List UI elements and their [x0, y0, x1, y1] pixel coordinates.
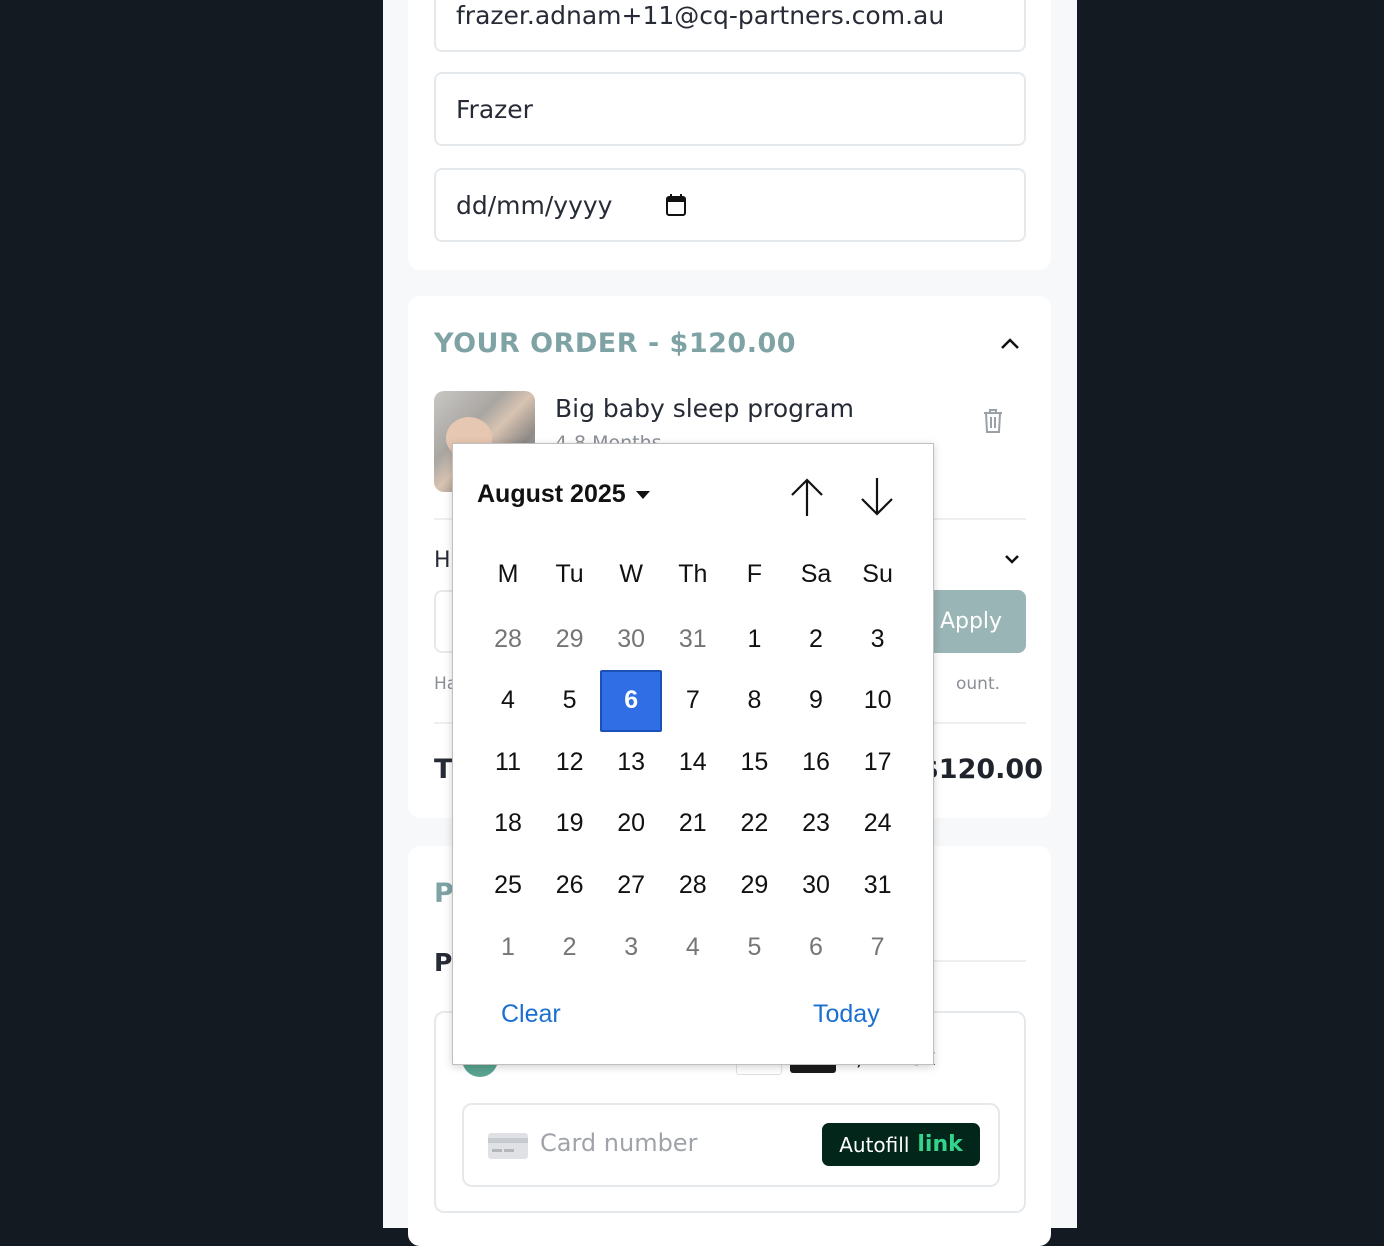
clear-button[interactable]: Clear	[501, 1000, 561, 1029]
day-cell[interactable]: 20	[600, 793, 662, 855]
day-cell[interactable]: 5	[723, 916, 785, 978]
day-cell[interactable]: 8	[723, 670, 785, 732]
month-year-selector[interactable]: August 2025	[477, 480, 650, 509]
day-cell[interactable]: 12	[539, 731, 601, 793]
day-cell[interactable]: 3	[600, 916, 662, 978]
dob-placeholder: dd/mm/yyyy	[456, 190, 613, 220]
card-number-placeholder: Card number	[540, 1129, 698, 1157]
today-button[interactable]: Today	[813, 1000, 880, 1029]
chevron-up-icon[interactable]	[1000, 336, 1020, 350]
weekday-header: W	[619, 560, 643, 588]
product-name: Big baby sleep program	[555, 394, 854, 423]
link-logo: link	[917, 1132, 963, 1157]
coupon-toggle-label[interactable]: H	[434, 548, 451, 573]
email-field[interactable]: frazer.adnam+11@cq-partners.com.au	[434, 0, 1026, 52]
day-cell[interactable]: 29	[723, 854, 785, 916]
day-cell[interactable]: 2	[785, 608, 847, 670]
day-cell[interactable]: 22	[723, 793, 785, 855]
first-name-value: Frazer	[456, 94, 533, 124]
day-cell[interactable]: 9	[785, 670, 847, 732]
autofill-label: Autofill	[839, 1132, 910, 1157]
day-cell[interactable]: 26	[539, 854, 601, 916]
day-cell[interactable]: 19	[539, 793, 601, 855]
day-cell[interactable]: 4	[662, 916, 724, 978]
order-title: YOUR ORDER - $120.00	[434, 328, 797, 359]
email-value: frazer.adnam+11@cq-partners.com.au	[456, 1, 945, 30]
day-cell[interactable]: 29	[539, 608, 601, 670]
day-cell[interactable]: 16	[785, 731, 847, 793]
dob-field[interactable]: dd/mm/yyyy	[434, 168, 1026, 242]
day-cell[interactable]: 7	[847, 916, 909, 978]
day-cell[interactable]: 25	[477, 854, 539, 916]
day-cell[interactable]: 15	[723, 731, 785, 793]
day-cell[interactable]: 11	[477, 731, 539, 793]
day-cell[interactable]: 24	[847, 793, 909, 855]
autofill-link-button[interactable]: Autofill link	[822, 1123, 980, 1166]
card-number-input[interactable]: Card number Autofill link	[462, 1103, 1000, 1187]
day-cell[interactable]: 3	[847, 608, 909, 670]
day-cell[interactable]: 31	[847, 854, 909, 916]
day-cell[interactable]: 1	[723, 608, 785, 670]
month-year-label: August 2025	[477, 480, 626, 508]
day-cell[interactable]: 7	[662, 670, 724, 732]
day-cell[interactable]: 31	[662, 608, 724, 670]
caret-down-icon	[635, 490, 650, 499]
weekday-header: Th	[678, 560, 708, 588]
day-cell[interactable]: 27	[600, 854, 662, 916]
credit-card-icon	[488, 1133, 528, 1159]
date-picker-popup: August 2025 M Tu W Th F Sa Su 28 29 30 31 1 2 3 4 5 6 7 8 9…	[452, 443, 934, 1065]
arrow-down-icon[interactable]	[857, 476, 897, 518]
chevron-down-icon[interactable]	[1004, 553, 1020, 565]
weekday-header: Sa	[800, 560, 832, 588]
day-cell[interactable]: 23	[785, 793, 847, 855]
day-cell[interactable]: 18	[477, 793, 539, 855]
weekday-header: Tu	[555, 560, 584, 588]
trash-icon[interactable]	[982, 408, 1004, 434]
calendar-icon[interactable]	[666, 194, 686, 216]
day-cell[interactable]: 1	[477, 916, 539, 978]
day-cell[interactable]: 5	[539, 670, 601, 732]
coupon-note-right: ount.	[956, 674, 1001, 694]
day-cell[interactable]: 28	[477, 608, 539, 670]
weekday-header: F	[746, 560, 763, 588]
day-cell[interactable]: 4	[477, 670, 539, 732]
day-cell[interactable]: 17	[847, 731, 909, 793]
payment-divider	[930, 960, 1026, 962]
payment-section-title: P	[434, 878, 454, 909]
day-cell[interactable]: 30	[785, 854, 847, 916]
day-cell[interactable]: 21	[662, 793, 724, 855]
weekday-header: M	[497, 560, 519, 588]
day-cell[interactable]: 30	[600, 608, 662, 670]
day-cell[interactable]: 2	[539, 916, 601, 978]
total-value: $120.00	[920, 754, 1043, 785]
details-card: frazer.adnam+11@cq-partners.com.au Fraze…	[408, 0, 1051, 270]
selected-day-cell[interactable]: 6	[600, 669, 663, 732]
first-name-field[interactable]: Frazer	[434, 72, 1026, 146]
total-label: T	[434, 754, 453, 785]
weekday-header: Su	[862, 560, 893, 588]
day-cell[interactable]: 10	[847, 670, 909, 732]
payment-method-label: P	[434, 948, 453, 977]
day-cell[interactable]: 14	[662, 731, 724, 793]
day-cell[interactable]: 13	[600, 731, 662, 793]
day-cell[interactable]: 28	[662, 854, 724, 916]
day-cell[interactable]: 6	[785, 916, 847, 978]
arrow-up-icon[interactable]	[787, 476, 827, 518]
